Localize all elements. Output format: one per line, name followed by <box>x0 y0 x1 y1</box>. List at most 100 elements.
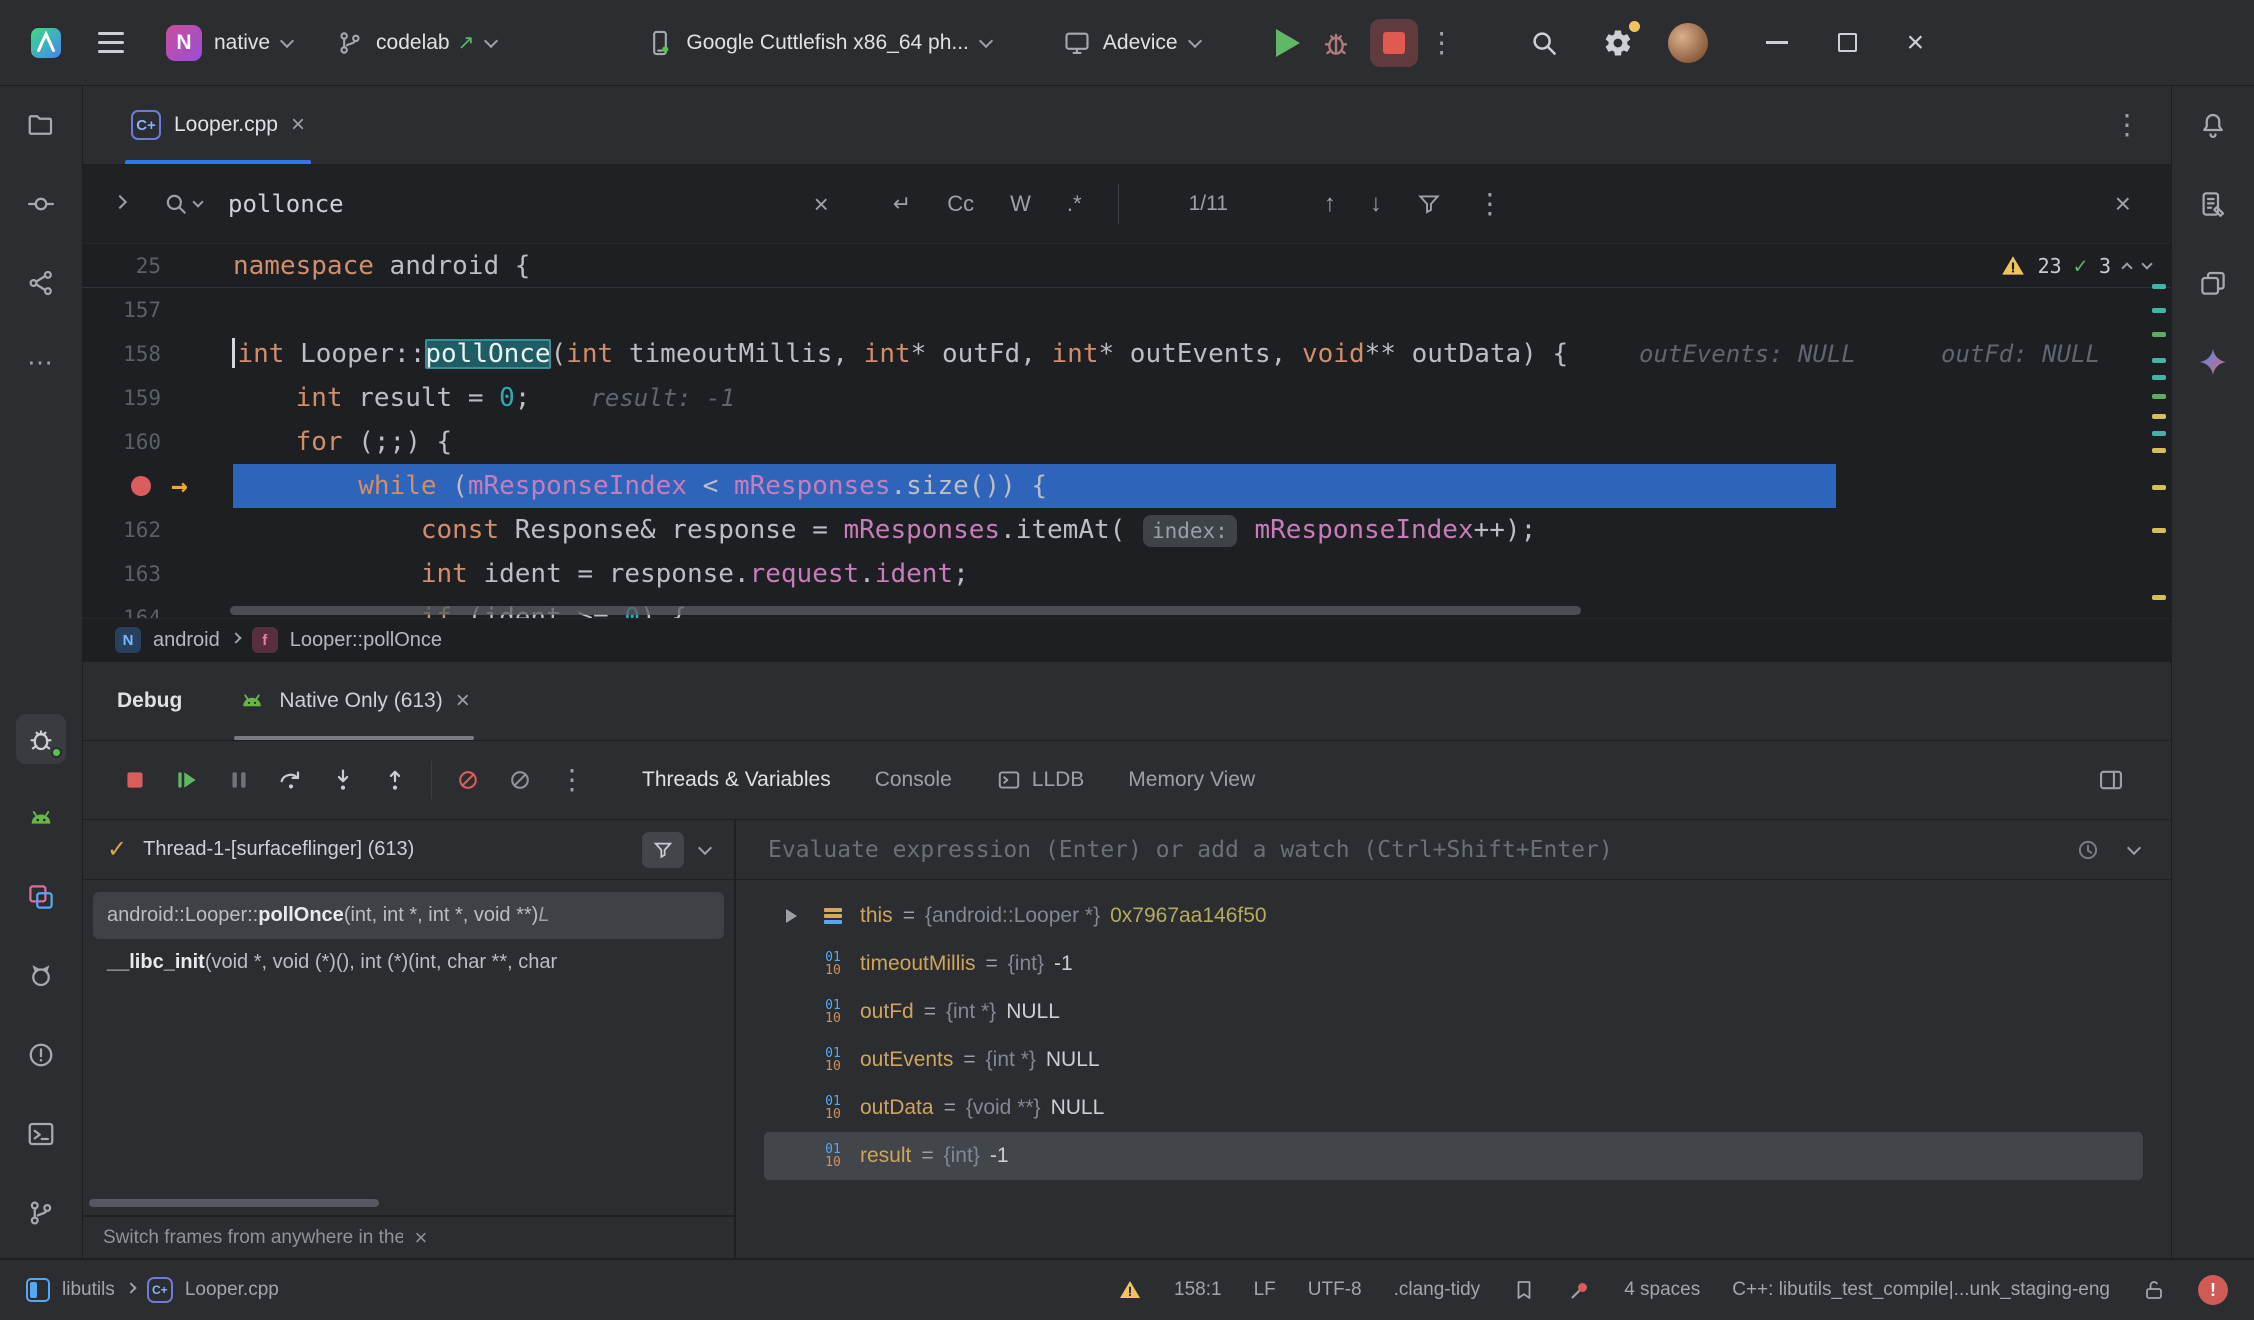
match-case-toggle[interactable]: Cc <box>947 191 974 217</box>
code-line[interactable]: 160 for (;;) { <box>83 420 2171 464</box>
debug-tool-button[interactable] <box>16 714 66 764</box>
debug-session-tab[interactable]: Native Only (613) × <box>238 662 469 740</box>
project-tool-button[interactable] <box>16 100 66 150</box>
status-file[interactable]: Looper.cpp <box>185 1279 279 1301</box>
debug-more-actions[interactable]: ⋮ <box>550 758 594 802</box>
stop-process-button[interactable] <box>113 758 157 802</box>
newline-icon[interactable]: ↵ <box>893 191 911 217</box>
main-menu-icon[interactable] <box>98 32 124 53</box>
tab-memory-view[interactable]: Memory View <box>1128 768 1255 792</box>
variable-row[interactable]: 0110outData = {void **}NULL <box>764 1084 2143 1132</box>
version-control-tool-button[interactable] <box>16 1188 66 1238</box>
adevice-selector[interactable]: Adevice <box>1063 29 1200 57</box>
settings-button[interactable] <box>1594 19 1642 67</box>
gutter[interactable]: 160 <box>83 420 233 464</box>
app-inspection-tool-button[interactable] <box>16 872 66 922</box>
gutter[interactable]: 157 <box>83 288 233 332</box>
status-module[interactable]: libutils <box>62 1279 115 1301</box>
disable-watches-button[interactable] <box>498 758 542 802</box>
caret-position[interactable]: 158:1 <box>1174 1279 1222 1301</box>
device-manager-button[interactable] <box>2188 258 2238 308</box>
expand-search-icon[interactable] <box>113 195 127 209</box>
inspection-widget[interactable]: 23 ✓ 3 <box>2000 244 2151 288</box>
previous-issue-icon[interactable] <box>2121 262 2132 273</box>
step-over-button[interactable] <box>269 758 313 802</box>
clear-search-icon[interactable]: × <box>814 189 829 220</box>
line-ending[interactable]: LF <box>1254 1279 1276 1301</box>
stop-button[interactable] <box>1370 19 1418 67</box>
close-search-icon[interactable]: × <box>2115 188 2131 220</box>
gutter[interactable]: 162 <box>83 508 233 552</box>
search-everywhere-button[interactable] <box>1520 19 1568 67</box>
scrollbar-error-stripe[interactable] <box>2150 274 2168 618</box>
editor[interactable]: 25namespace android {157158int Looper::p… <box>83 244 2171 618</box>
code-line[interactable]: 162 const Response& response = mResponse… <box>83 508 2171 552</box>
warning-icon[interactable] <box>1118 1278 1142 1302</box>
more-tool-windows-button[interactable]: ⋯ <box>16 337 66 387</box>
device-selector[interactable]: Google Cuttlefish x86_64 ph... <box>646 29 991 57</box>
notifications-button[interactable] <box>2188 100 2238 150</box>
gemini-button[interactable] <box>2188 337 2238 387</box>
previous-match-icon[interactable]: ↑ <box>1324 190 1336 218</box>
session-close-icon[interactable]: × <box>456 687 470 715</box>
app-quality-insights-tool-button[interactable] <box>16 951 66 1001</box>
variable-row[interactable]: 0110outEvents = {int *}NULL <box>764 1036 2143 1084</box>
code-line[interactable]: 157 <box>83 288 2171 332</box>
tab-console[interactable]: Console <box>875 768 952 792</box>
pin-icon[interactable] <box>1568 1278 1592 1302</box>
run-config-selector[interactable]: N native <box>166 25 292 61</box>
tab-lldb[interactable]: LLDB <box>996 767 1085 793</box>
next-match-icon[interactable]: ↓ <box>1370 190 1382 218</box>
resume-button[interactable] <box>165 758 209 802</box>
gutter[interactable]: → <box>83 464 233 508</box>
commit-tool-button[interactable] <box>16 179 66 229</box>
code-line[interactable]: 158int Looper::pollOnce(int timeoutMilli… <box>83 332 2171 376</box>
problems-tool-button[interactable] <box>16 1030 66 1080</box>
tab-threads-variables[interactable]: Threads & Variables <box>642 768 831 792</box>
mute-breakpoints-button[interactable] <box>446 758 490 802</box>
search-mode-icon[interactable] <box>163 191 202 217</box>
bookmark-icon[interactable] <box>1512 1278 1536 1302</box>
maximize-button[interactable] <box>1838 33 1857 52</box>
filter-icon[interactable] <box>1416 191 1442 217</box>
breadcrumb-function[interactable]: Looper::pollOnce <box>290 629 442 652</box>
dismiss-hint-icon[interactable]: × <box>415 1225 715 1251</box>
layout-settings-button[interactable] <box>2089 758 2133 802</box>
history-icon[interactable] <box>2075 837 2101 863</box>
breadcrumb-namespace[interactable]: android <box>153 629 220 652</box>
logcat-tool-button[interactable] <box>16 793 66 843</box>
evaluate-expression-bar[interactable]: Evaluate expression (Enter) or add a wat… <box>736 820 2171 879</box>
device-explorer-button[interactable] <box>2188 179 2238 229</box>
tab-close-icon[interactable]: × <box>291 111 305 139</box>
close-button[interactable]: × <box>1907 28 1925 58</box>
code-line[interactable]: 159 int result = 0;result: -1 <box>83 376 2171 420</box>
variable-row[interactable]: 0110outFd = {int *}NULL <box>764 988 2143 1036</box>
chevron-down-icon[interactable] <box>698 840 712 854</box>
next-issue-icon[interactable] <box>2141 258 2152 269</box>
thread-selector[interactable]: ✓ Thread-1-[surfaceflinger] (613) <box>83 820 736 879</box>
thread-filter-button[interactable] <box>642 832 684 868</box>
code-line[interactable]: 163 int ident = response.request.ident; <box>83 552 2171 596</box>
code-line[interactable]: → while (mResponseIndex < mResponses.siz… <box>83 464 2171 508</box>
more-run-actions[interactable]: ⋮ <box>1418 19 1466 67</box>
tab-looper-cpp[interactable]: C+ Looper.cpp × <box>121 86 315 164</box>
step-into-button[interactable] <box>321 758 365 802</box>
regex-toggle[interactable]: .* <box>1067 191 1082 217</box>
step-out-button[interactable] <box>373 758 417 802</box>
structure-tool-button[interactable] <box>16 258 66 308</box>
stack-frame-row[interactable]: android::Looper::pollOnce(int, int *, in… <box>93 892 724 939</box>
gutter[interactable]: 25 <box>83 244 233 287</box>
resolve-context[interactable]: C++: libutils_test_compile|...unk_stagin… <box>1732 1279 2110 1301</box>
code-line[interactable]: 25namespace android { <box>83 244 2171 288</box>
terminal-tool-button[interactable] <box>16 1109 66 1159</box>
expand-chevron-icon[interactable] <box>776 909 806 923</box>
tab-options-icon[interactable]: ⋮ <box>2113 111 2171 139</box>
search-input[interactable]: pollonce <box>228 190 344 218</box>
debug-button[interactable] <box>1312 19 1360 67</box>
pause-button[interactable] <box>217 758 261 802</box>
gutter[interactable]: 164 <box>83 596 233 618</box>
indent-setting[interactable]: 4 spaces <box>1624 1279 1700 1301</box>
run-button[interactable] <box>1264 19 1312 67</box>
chevron-down-icon[interactable] <box>2127 840 2141 854</box>
minimize-button[interactable] <box>1766 41 1788 44</box>
